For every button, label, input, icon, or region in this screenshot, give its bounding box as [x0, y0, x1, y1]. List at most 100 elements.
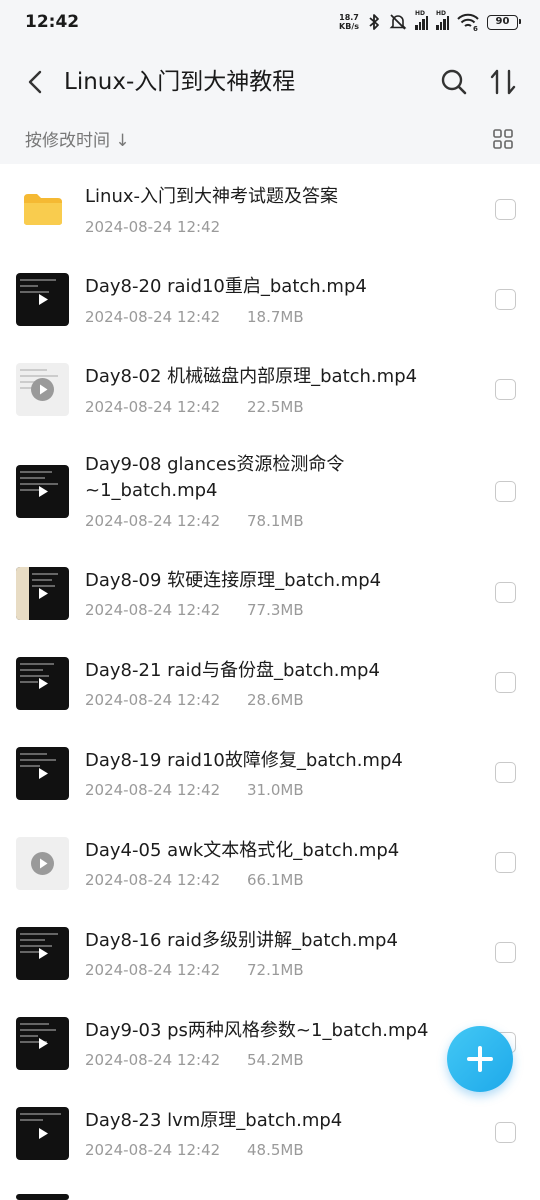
list-item[interactable]: Day8-21 raid与备份盘_batch.mp4 2024-08-24 12…	[0, 640, 540, 730]
play-icon	[39, 486, 48, 497]
file-date: 2024-08-24 12:42	[85, 218, 221, 236]
select-checkbox[interactable]	[495, 199, 516, 220]
file-size: 54.2MB	[247, 1051, 304, 1069]
file-size: 28.6MB	[247, 691, 304, 709]
file-name: Day8-02 机械磁盘内部原理_batch.mp4	[85, 366, 418, 387]
file-date: 2024-08-24 12:42	[85, 1141, 221, 1159]
file-meta: 2024-08-24 12:42 72.1MB	[85, 961, 304, 979]
play-icon	[39, 588, 48, 599]
play-icon	[39, 294, 48, 305]
select-checkbox[interactable]	[495, 942, 516, 963]
select-checkbox[interactable]	[495, 852, 516, 873]
page-title: Linux-入门到大神教程	[64, 69, 296, 95]
file-name: Day9-08 glances资源检测命令~1_batch.mp4	[85, 454, 345, 501]
file-meta: 2024-08-24 12:42 22.5MB	[85, 398, 304, 416]
select-checkbox[interactable]	[495, 762, 516, 783]
file-meta: 2024-08-24 12:42 31.0MB	[85, 781, 304, 799]
file-size: 22.5MB	[247, 398, 304, 416]
chevron-left-icon	[28, 70, 42, 94]
play-icon	[39, 948, 48, 959]
video-thumbnail	[16, 657, 69, 710]
list-item[interactable]: Day8-09 软硬连接原理_batch.mp4 2024-08-24 12:4…	[0, 550, 540, 640]
file-date: 2024-08-24 12:42	[85, 308, 221, 326]
file-size: 66.1MB	[247, 871, 304, 889]
sort-bar: 按修改时间 ↓	[0, 120, 540, 164]
file-size: 78.1MB	[247, 512, 304, 530]
video-thumbnail	[16, 747, 69, 800]
file-name: Day8-23 lvm原理_batch.mp4	[85, 1110, 343, 1131]
list-item[interactable]: Linux-入门到大神考试题及答案 2024-08-24 12:42	[0, 164, 540, 254]
sort-by-modified-toggle[interactable]: 按修改时间 ↓	[25, 126, 130, 151]
battery-icon: 90	[487, 14, 521, 30]
select-checkbox[interactable]	[495, 289, 516, 310]
file-meta: 2024-08-24 12:42 66.1MB	[85, 871, 304, 889]
status-bar: 12:42 18.7 KB/s HD HD 6 90	[0, 0, 540, 44]
play-icon	[39, 678, 48, 689]
file-date: 2024-08-24 12:42	[85, 961, 221, 979]
file-name: Day8-19 raid10故障修复_batch.mp4	[85, 750, 403, 771]
video-thumbnail	[16, 273, 69, 326]
list-item[interactable]: Day9-08 glances资源检测命令~1_batch.mp4 2024-0…	[0, 434, 540, 550]
file-name: Linux-入门到大神考试题及答案	[85, 186, 338, 207]
file-meta: 2024-08-24 12:42 54.2MB	[85, 1051, 304, 1069]
video-thumbnail	[16, 363, 69, 416]
play-icon	[39, 1038, 48, 1049]
file-size: 77.3MB	[247, 601, 304, 619]
folder-icon	[24, 194, 62, 225]
file-meta: 2024-08-24 12:42 28.6MB	[85, 691, 304, 709]
cell-signal-icon: HD	[415, 10, 428, 30]
video-thumbnail	[16, 1194, 69, 1200]
back-button[interactable]	[20, 66, 52, 98]
video-thumbnail	[16, 927, 69, 980]
file-meta: 2024-08-24 12:42 78.1MB	[85, 512, 304, 530]
file-name: Day4-05 awk文本格式化_batch.mp4	[85, 840, 400, 861]
file-size: 18.7MB	[247, 308, 304, 326]
status-icons: 18.7 KB/s HD HD 6 90	[339, 10, 521, 33]
file-name: Day8-20 raid10重启_batch.mp4	[85, 276, 367, 297]
file-name: Day8-16 raid多级别讲解_batch.mp4	[85, 930, 398, 951]
select-checkbox[interactable]	[495, 379, 516, 400]
list-item[interactable]: Day8-20 raid10重启_batch.mp4 2024-08-24 12…	[0, 254, 540, 344]
file-size: 72.1MB	[247, 961, 304, 979]
video-thumbnail	[16, 1107, 69, 1160]
file-name: Day9-03 ps两种风格参数~1_batch.mp4	[85, 1020, 429, 1041]
file-date: 2024-08-24 12:42	[85, 691, 221, 709]
list-item[interactable]: Day4-05 awk文本格式化_batch.mp4 2024-08-24 12…	[0, 820, 540, 910]
file-meta: 2024-08-24 12:42	[85, 218, 220, 236]
file-size: 48.5MB	[247, 1141, 304, 1159]
list-item[interactable]: Day8-02 机械磁盘内部原理_batch.mp4 2024-08-24 12…	[0, 344, 540, 434]
svg-text:6: 6	[473, 25, 478, 31]
file-date: 2024-08-24 12:42	[85, 398, 221, 416]
file-meta: 2024-08-24 12:42 77.3MB	[85, 601, 304, 619]
sort-icon[interactable]	[487, 66, 521, 98]
wifi-icon: 6	[457, 13, 479, 31]
play-icon	[39, 1128, 48, 1139]
list-item[interactable]: Day8-16 raid多级别讲解_batch.mp4 2024-08-24 1…	[0, 910, 540, 1000]
file-date: 2024-08-24 12:42	[85, 601, 221, 619]
bluetooth-icon	[369, 14, 379, 30]
file-meta: 2024-08-24 12:42 18.7MB	[85, 308, 304, 326]
list-item[interactable]: Day8-23 lvm原理_batch.mp4 2024-08-24 12:42…	[0, 1090, 540, 1180]
list-item[interactable]: Day8-19 raid10故障修复_batch.mp4 2024-08-24 …	[0, 730, 540, 820]
mute-bell-icon	[389, 14, 407, 30]
select-checkbox[interactable]	[495, 1122, 516, 1143]
video-thumbnail	[16, 465, 69, 518]
select-checkbox[interactable]	[495, 481, 516, 502]
select-checkbox[interactable]	[495, 582, 516, 603]
list-item[interactable]	[0, 1190, 540, 1200]
search-icon[interactable]	[438, 66, 470, 98]
app-header: Linux-入门到大神教程	[0, 44, 540, 120]
file-name: Day8-21 raid与备份盘_batch.mp4	[85, 660, 380, 681]
video-thumbnail	[16, 567, 69, 620]
file-date: 2024-08-24 12:42	[85, 1051, 221, 1069]
video-thumbnail	[16, 837, 69, 890]
play-icon	[31, 378, 54, 401]
play-icon	[31, 852, 54, 875]
add-button[interactable]	[447, 1026, 513, 1092]
file-date: 2024-08-24 12:42	[85, 512, 221, 530]
grid-view-icon[interactable]	[490, 126, 516, 152]
select-checkbox[interactable]	[495, 672, 516, 693]
file-name: Day8-09 软硬连接原理_batch.mp4	[85, 570, 382, 591]
file-size: 31.0MB	[247, 781, 304, 799]
file-meta: 2024-08-24 12:42 48.5MB	[85, 1141, 304, 1159]
